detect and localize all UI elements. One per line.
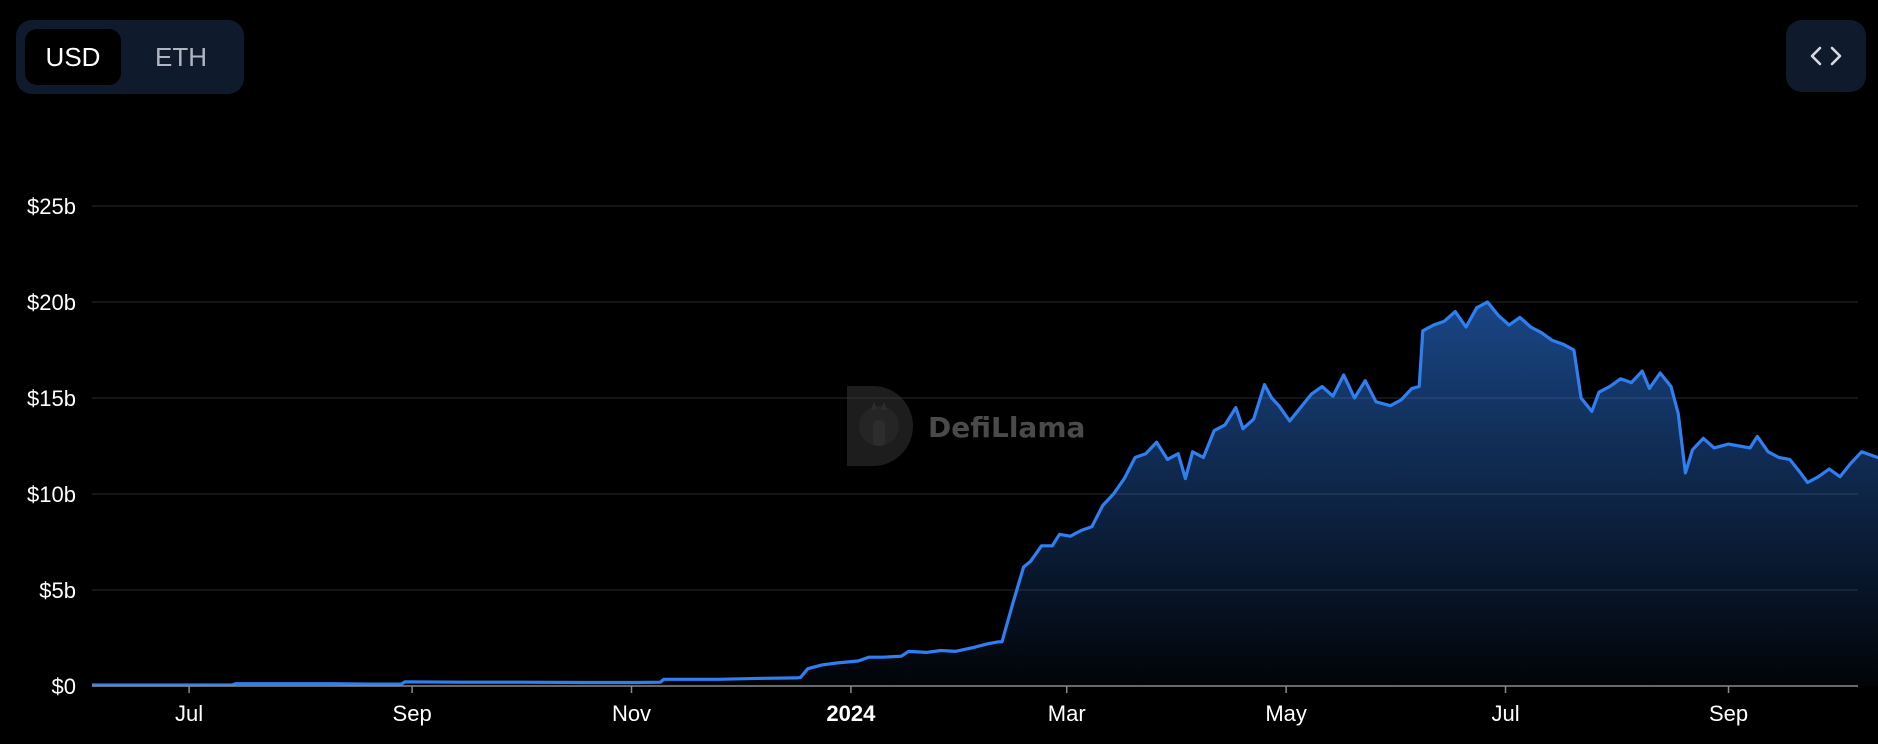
y-tick-label: $15b xyxy=(27,386,76,411)
y-tick-label: $10b xyxy=(27,482,76,507)
x-tick-label: Nov xyxy=(612,701,651,726)
watermark-text: DefiLlama xyxy=(928,411,1085,444)
x-tick-label: 2024 xyxy=(826,701,876,726)
x-tick-label: Jul xyxy=(175,701,203,726)
x-tick-label: Sep xyxy=(393,701,432,726)
x-tick-label: Jul xyxy=(1491,701,1519,726)
x-tick-label: Sep xyxy=(1709,701,1748,726)
y-tick-label: $5b xyxy=(39,578,76,603)
x-tick-label: May xyxy=(1265,701,1307,726)
y-tick-label: $0 xyxy=(52,674,76,699)
y-tick-label: $25b xyxy=(27,194,76,219)
x-tick-label: Mar xyxy=(1048,701,1086,726)
tvl-area-chart: DefiLlama $0 $5b $10b $15b $20b $25b Jul Sep Nov… xyxy=(27,194,1878,726)
y-tick-label: $20b xyxy=(27,290,76,315)
